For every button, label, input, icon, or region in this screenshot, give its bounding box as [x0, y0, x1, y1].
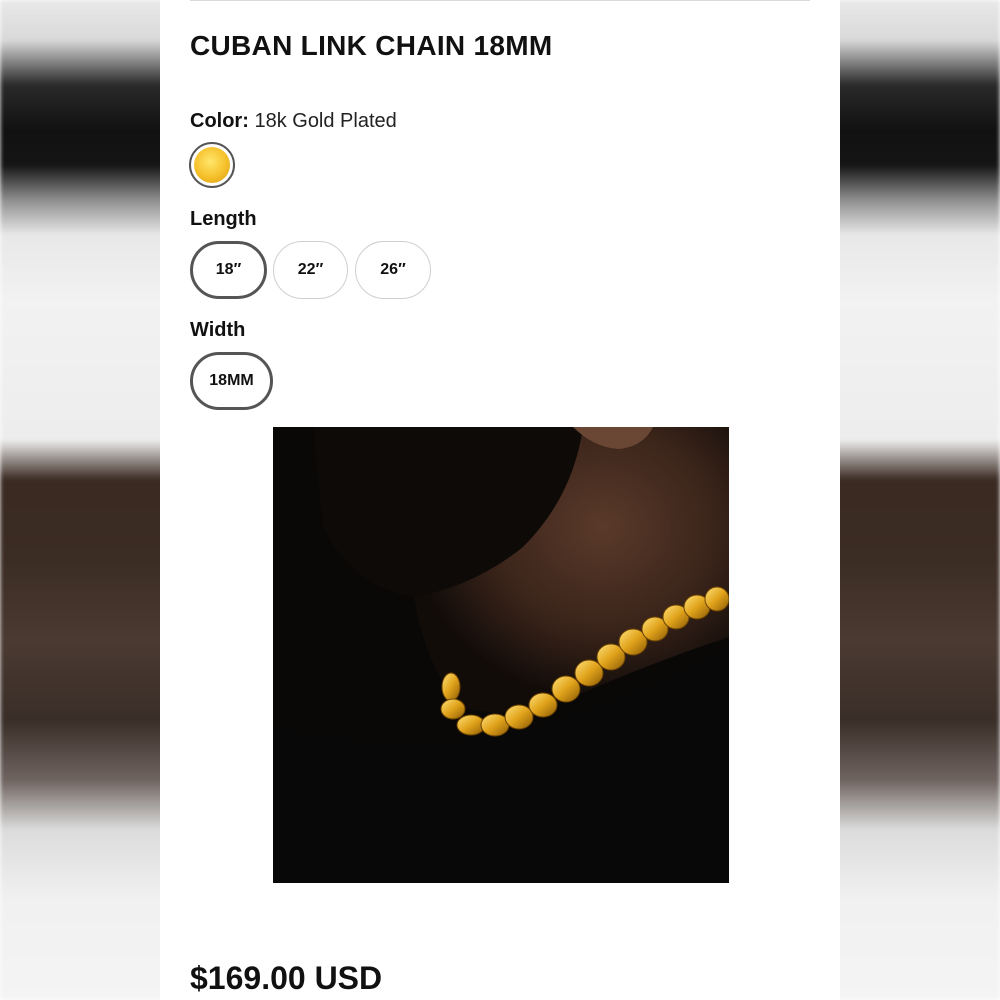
- color-selected-value: 18k Gold Plated: [254, 110, 397, 132]
- length-option-22[interactable]: 22″: [273, 241, 348, 299]
- product-price: $169.00 USD: [190, 960, 383, 996]
- width-label: Width: [190, 319, 246, 341]
- color-label: Color:: [190, 110, 249, 132]
- product-title: CUBAN LINK CHAIN 18MM: [190, 30, 553, 61]
- length-label: Length: [190, 208, 257, 230]
- length-option-26[interactable]: 26″: [355, 241, 431, 299]
- color-swatch-gold[interactable]: [189, 142, 235, 188]
- chain-photo-illustration: [273, 427, 729, 883]
- gold-swatch-fill: [194, 147, 230, 183]
- product-image[interactable]: [273, 427, 729, 883]
- color-option-label: Color: 18k Gold Plated: [190, 110, 397, 133]
- width-option-18mm[interactable]: 18MM: [190, 352, 273, 410]
- length-option-18[interactable]: 18″: [190, 241, 267, 299]
- divider: [190, 0, 810, 1]
